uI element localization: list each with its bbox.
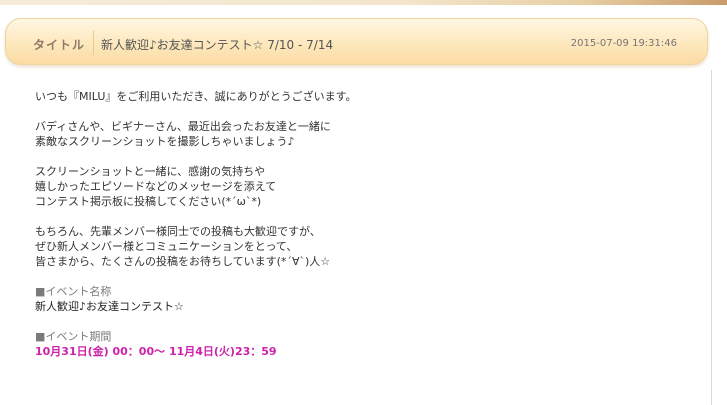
title-label: タイトル (33, 38, 86, 52)
top-banner-strip (0, 0, 727, 5)
body-line: ぜひ新人メンバー様とコミュニケーションをとって、 (35, 240, 298, 253)
post-body: いつも『MILU』をご利用いただき、誠にありがとうございます。 バディさんや、ビ… (35, 89, 695, 374)
page: タイトル 新人歓迎♪お友達コンテスト☆ 7/10 - 7/14 2015-07-… (0, 0, 727, 405)
event-period-heading: ■イベント期間 (35, 330, 112, 343)
paragraph-greeting: いつも『MILU』をご利用いただき、誠にありがとうございます。 (35, 89, 695, 104)
event-name-section: ■イベント名称 新人歓迎♪お友達コンテスト☆ (35, 284, 695, 314)
body-line: スクリーンショットと一緒に、感謝の気持ちや (35, 165, 266, 178)
post-datetime: 2015-07-09 19:31:46 (570, 38, 677, 49)
event-period-value: 10月31日(金) 00：00～ 11月4日(火)23：59 (35, 345, 277, 358)
body-line: 素敵なスクリーンショットを撮影しちゃいましょう♪ (35, 135, 295, 148)
post-title-bar: タイトル 新人歓迎♪お友達コンテスト☆ 7/10 - 7/14 2015-07-… (5, 18, 708, 65)
event-name-heading: ■イベント名称 (35, 285, 112, 298)
event-name-value: 新人歓迎♪お友達コンテスト☆ (35, 300, 184, 313)
paragraph-invite: バディさんや、ビギナーさん、最近出会ったお友達と一緒に 素敵なスクリーンショット… (35, 119, 695, 149)
event-period-section: ■イベント期間 10月31日(金) 00：00～ 11月4日(火)23：59 (35, 329, 695, 359)
body-line: いつも『MILU』をご利用いただき、誠にありがとうございます。 (35, 90, 357, 103)
body-line: 嬉しかったエピソードなどのメッセージを添えて (35, 180, 277, 193)
title-divider (93, 31, 94, 55)
paragraph-encourage: もちろん、先輩メンバー様同士での投稿も大歓迎ですが、 ぜひ新人メンバー様とコミュ… (35, 224, 695, 269)
post-title: 新人歓迎♪お友達コンテスト☆ 7/10 - 7/14 (101, 38, 334, 52)
body-line: 皆さまから、たくさんの投稿をお待ちしています(*´∀`)人☆ (35, 255, 331, 268)
content-divider (711, 70, 712, 405)
body-line: バディさんや、ビギナーさん、最近出会ったお友達と一緒に (35, 120, 331, 133)
paragraph-instructions: スクリーンショットと一緒に、感謝の気持ちや 嬉しかったエピソードなどのメッセージ… (35, 164, 695, 209)
body-line: コンテスト掲示板に投稿してください(*´ω`*) (35, 195, 262, 208)
body-line: もちろん、先輩メンバー様同士での投稿も大歓迎ですが、 (35, 225, 321, 238)
